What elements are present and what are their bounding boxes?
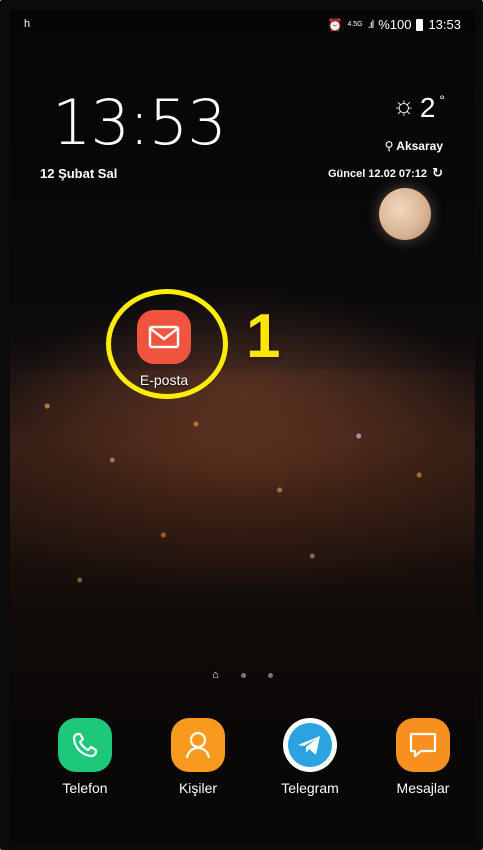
page-indicator: ⌂ [10,669,475,681]
phone-screen: h ⏰ 4.5G .ıl %100 13:53 13:53 12 Şubat S… [0,0,483,850]
sun-icon: ☼ [391,90,416,120]
dock-app-kisiler[interactable]: Kişiler [155,718,241,796]
dock-label-telegram: Telegram [281,780,339,796]
weather-updated-row[interactable]: Güncel 12.02 07:12 ↻ [328,165,443,181]
degree-symbol: ° [439,92,445,108]
status-time: 13:53 [428,17,461,32]
status-right-group: ⏰ 4.5G .ıl %100 13:53 [328,17,462,32]
status-left-text: h [24,18,31,30]
home-page-icon: ⌂ [212,669,219,681]
highlight-circle [106,289,228,399]
contacts-icon [171,718,225,772]
page-dot [240,672,246,678]
weather-temperature-group[interactable]: ☼ 2 ° [392,92,445,124]
wallpaper-city-lights [10,370,475,670]
weather-temperature: 2 [419,92,436,123]
location-pin-icon: ⚲ [384,139,394,153]
refresh-icon[interactable]: ↻ [432,165,443,181]
moon-image [379,188,431,240]
clock-time[interactable]: 13:53 [52,92,227,154]
dock-label-telefon: Telefon [62,780,108,796]
weather-location: Aksaray [396,139,443,153]
network-type: 4.5G [347,21,363,28]
page-dot [267,672,273,678]
phone-icon [58,718,112,772]
messages-icon [396,718,450,772]
weather-location-row[interactable]: ⚲ Aksaray [385,139,443,153]
dock-label-kisiler: Kişiler [178,780,218,796]
dock-app-mesajlar[interactable]: Mesajlar [380,718,466,796]
dock-app-telefon[interactable]: Telefon [42,718,128,796]
dock-app-telegram[interactable]: Telegram [267,718,353,796]
signal-icon: .ıl [367,18,374,31]
telegram-icon [283,718,337,772]
clock-date[interactable]: 12 Şubat Sal [40,166,117,181]
step-number: 1 [246,302,281,371]
status-bar: h ⏰ 4.5G .ıl %100 13:53 [10,10,475,40]
alarm-icon: ⏰ [327,17,343,32]
weather-updated: Güncel 12.02 07:12 [327,168,428,180]
battery-icon [416,18,424,31]
dock-label-mesajlar: Mesajlar [396,780,450,796]
battery-percent: %100 [378,17,412,32]
